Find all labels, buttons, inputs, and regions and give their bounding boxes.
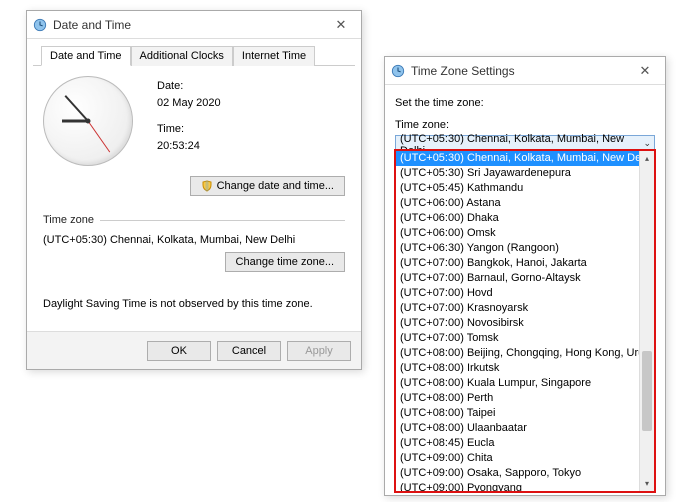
timezone-option[interactable]: (UTC+09:00) Chita <box>396 451 654 466</box>
time-zone-settings-window: Time Zone Settings ✕ Set the time zone: … <box>384 56 666 496</box>
timezone-option[interactable]: (UTC+08:00) Taipei <box>396 406 654 421</box>
timezone-option[interactable]: (UTC+05:30) Chennai, Kolkata, Mumbai, Ne… <box>396 151 654 166</box>
timezone-option[interactable]: (UTC+07:00) Krasnoyarsk <box>396 301 654 316</box>
scroll-thumb[interactable] <box>642 351 652 431</box>
tab-additional-clocks[interactable]: Additional Clocks <box>131 46 233 66</box>
close-button[interactable]: ✕ <box>631 60 659 82</box>
time-label: Time: <box>157 121 221 138</box>
date-label: Date: <box>157 78 221 95</box>
timezone-option[interactable]: (UTC+05:30) Sri Jayawardenepura <box>396 166 654 181</box>
timezone-option[interactable]: (UTC+08:45) Eucla <box>396 436 654 451</box>
analog-clock <box>43 76 133 166</box>
tab-panel: Date: 02 May 2020 Time: 20:53:24 Change … <box>27 66 361 320</box>
date-value: 02 May 2020 <box>157 95 221 112</box>
tab-date-and-time[interactable]: Date and Time <box>41 46 131 66</box>
scroll-up-button[interactable]: ▴ <box>640 151 654 166</box>
clock-icon <box>391 64 405 78</box>
shield-icon <box>201 180 213 192</box>
chevron-down-icon: ⌄ <box>643 138 651 149</box>
timezone-option[interactable]: (UTC+07:00) Barnaul, Gorno-Altaysk <box>396 271 654 286</box>
timezone-option[interactable]: (UTC+08:00) Kuala Lumpur, Singapore <box>396 376 654 391</box>
change-date-time-button[interactable]: Change date and time... <box>190 176 345 196</box>
time-value: 20:53:24 <box>157 138 221 155</box>
titlebar: Date and Time ✕ <box>27 11 361 39</box>
timezone-option[interactable]: (UTC+07:00) Tomsk <box>396 331 654 346</box>
timezone-option[interactable]: (UTC+08:00) Irkutsk <box>396 361 654 376</box>
timezone-value: (UTC+05:30) Chennai, Kolkata, Mumbai, Ne… <box>43 234 345 246</box>
timezone-option[interactable]: (UTC+06:00) Dhaka <box>396 211 654 226</box>
timezone-option[interactable]: (UTC+08:00) Beijing, Chongqing, Hong Kon… <box>396 346 654 361</box>
window-title: Date and Time <box>53 18 327 32</box>
titlebar: Time Zone Settings ✕ <box>385 57 665 85</box>
timezone-option[interactable]: (UTC+07:00) Bangkok, Hanoi, Jakarta <box>396 256 654 271</box>
timezone-option[interactable]: (UTC+06:30) Yangon (Rangoon) <box>396 241 654 256</box>
ok-button[interactable]: OK <box>147 341 211 361</box>
clock-icon <box>33 18 47 32</box>
timezone-option[interactable]: (UTC+07:00) Novosibirsk <box>396 316 654 331</box>
timezone-option[interactable]: (UTC+06:00) Astana <box>396 196 654 211</box>
tz-field-label: Time zone: <box>395 119 655 131</box>
tab-strip: Date and Time Additional Clocks Internet… <box>33 39 355 66</box>
timezone-option[interactable]: (UTC+09:00) Pyongyang <box>396 481 654 493</box>
dst-note: Daylight Saving Time is not observed by … <box>43 298 345 310</box>
timezone-option[interactable]: (UTC+08:00) Ulaanbaatar <box>396 421 654 436</box>
close-button[interactable]: ✕ <box>327 14 355 36</box>
dialog-footer: OK Cancel Apply <box>27 331 361 369</box>
timezone-option[interactable]: (UTC+06:00) Omsk <box>396 226 654 241</box>
scrollbar[interactable]: ▴ ▾ <box>639 151 654 491</box>
window-title: Time Zone Settings <box>411 64 631 78</box>
timezone-dropdown[interactable]: (UTC+05:30) Chennai, Kolkata, Mumbai, Ne… <box>394 149 656 493</box>
set-timezone-label: Set the time zone: <box>395 97 655 109</box>
scroll-down-button[interactable]: ▾ <box>640 476 654 491</box>
tab-internet-time[interactable]: Internet Time <box>233 46 315 66</box>
timezone-header: Time zone <box>43 214 345 226</box>
timezone-option[interactable]: (UTC+08:00) Perth <box>396 391 654 406</box>
timezone-option[interactable]: (UTC+09:00) Osaka, Sapporo, Tokyo <box>396 466 654 481</box>
date-time-window: Date and Time ✕ Date and Time Additional… <box>26 10 362 370</box>
timezone-option[interactable]: (UTC+05:45) Kathmandu <box>396 181 654 196</box>
cancel-button[interactable]: Cancel <box>217 341 281 361</box>
timezone-option[interactable]: (UTC+07:00) Hovd <box>396 286 654 301</box>
apply-button[interactable]: Apply <box>287 341 351 361</box>
change-time-zone-button[interactable]: Change time zone... <box>225 252 345 272</box>
